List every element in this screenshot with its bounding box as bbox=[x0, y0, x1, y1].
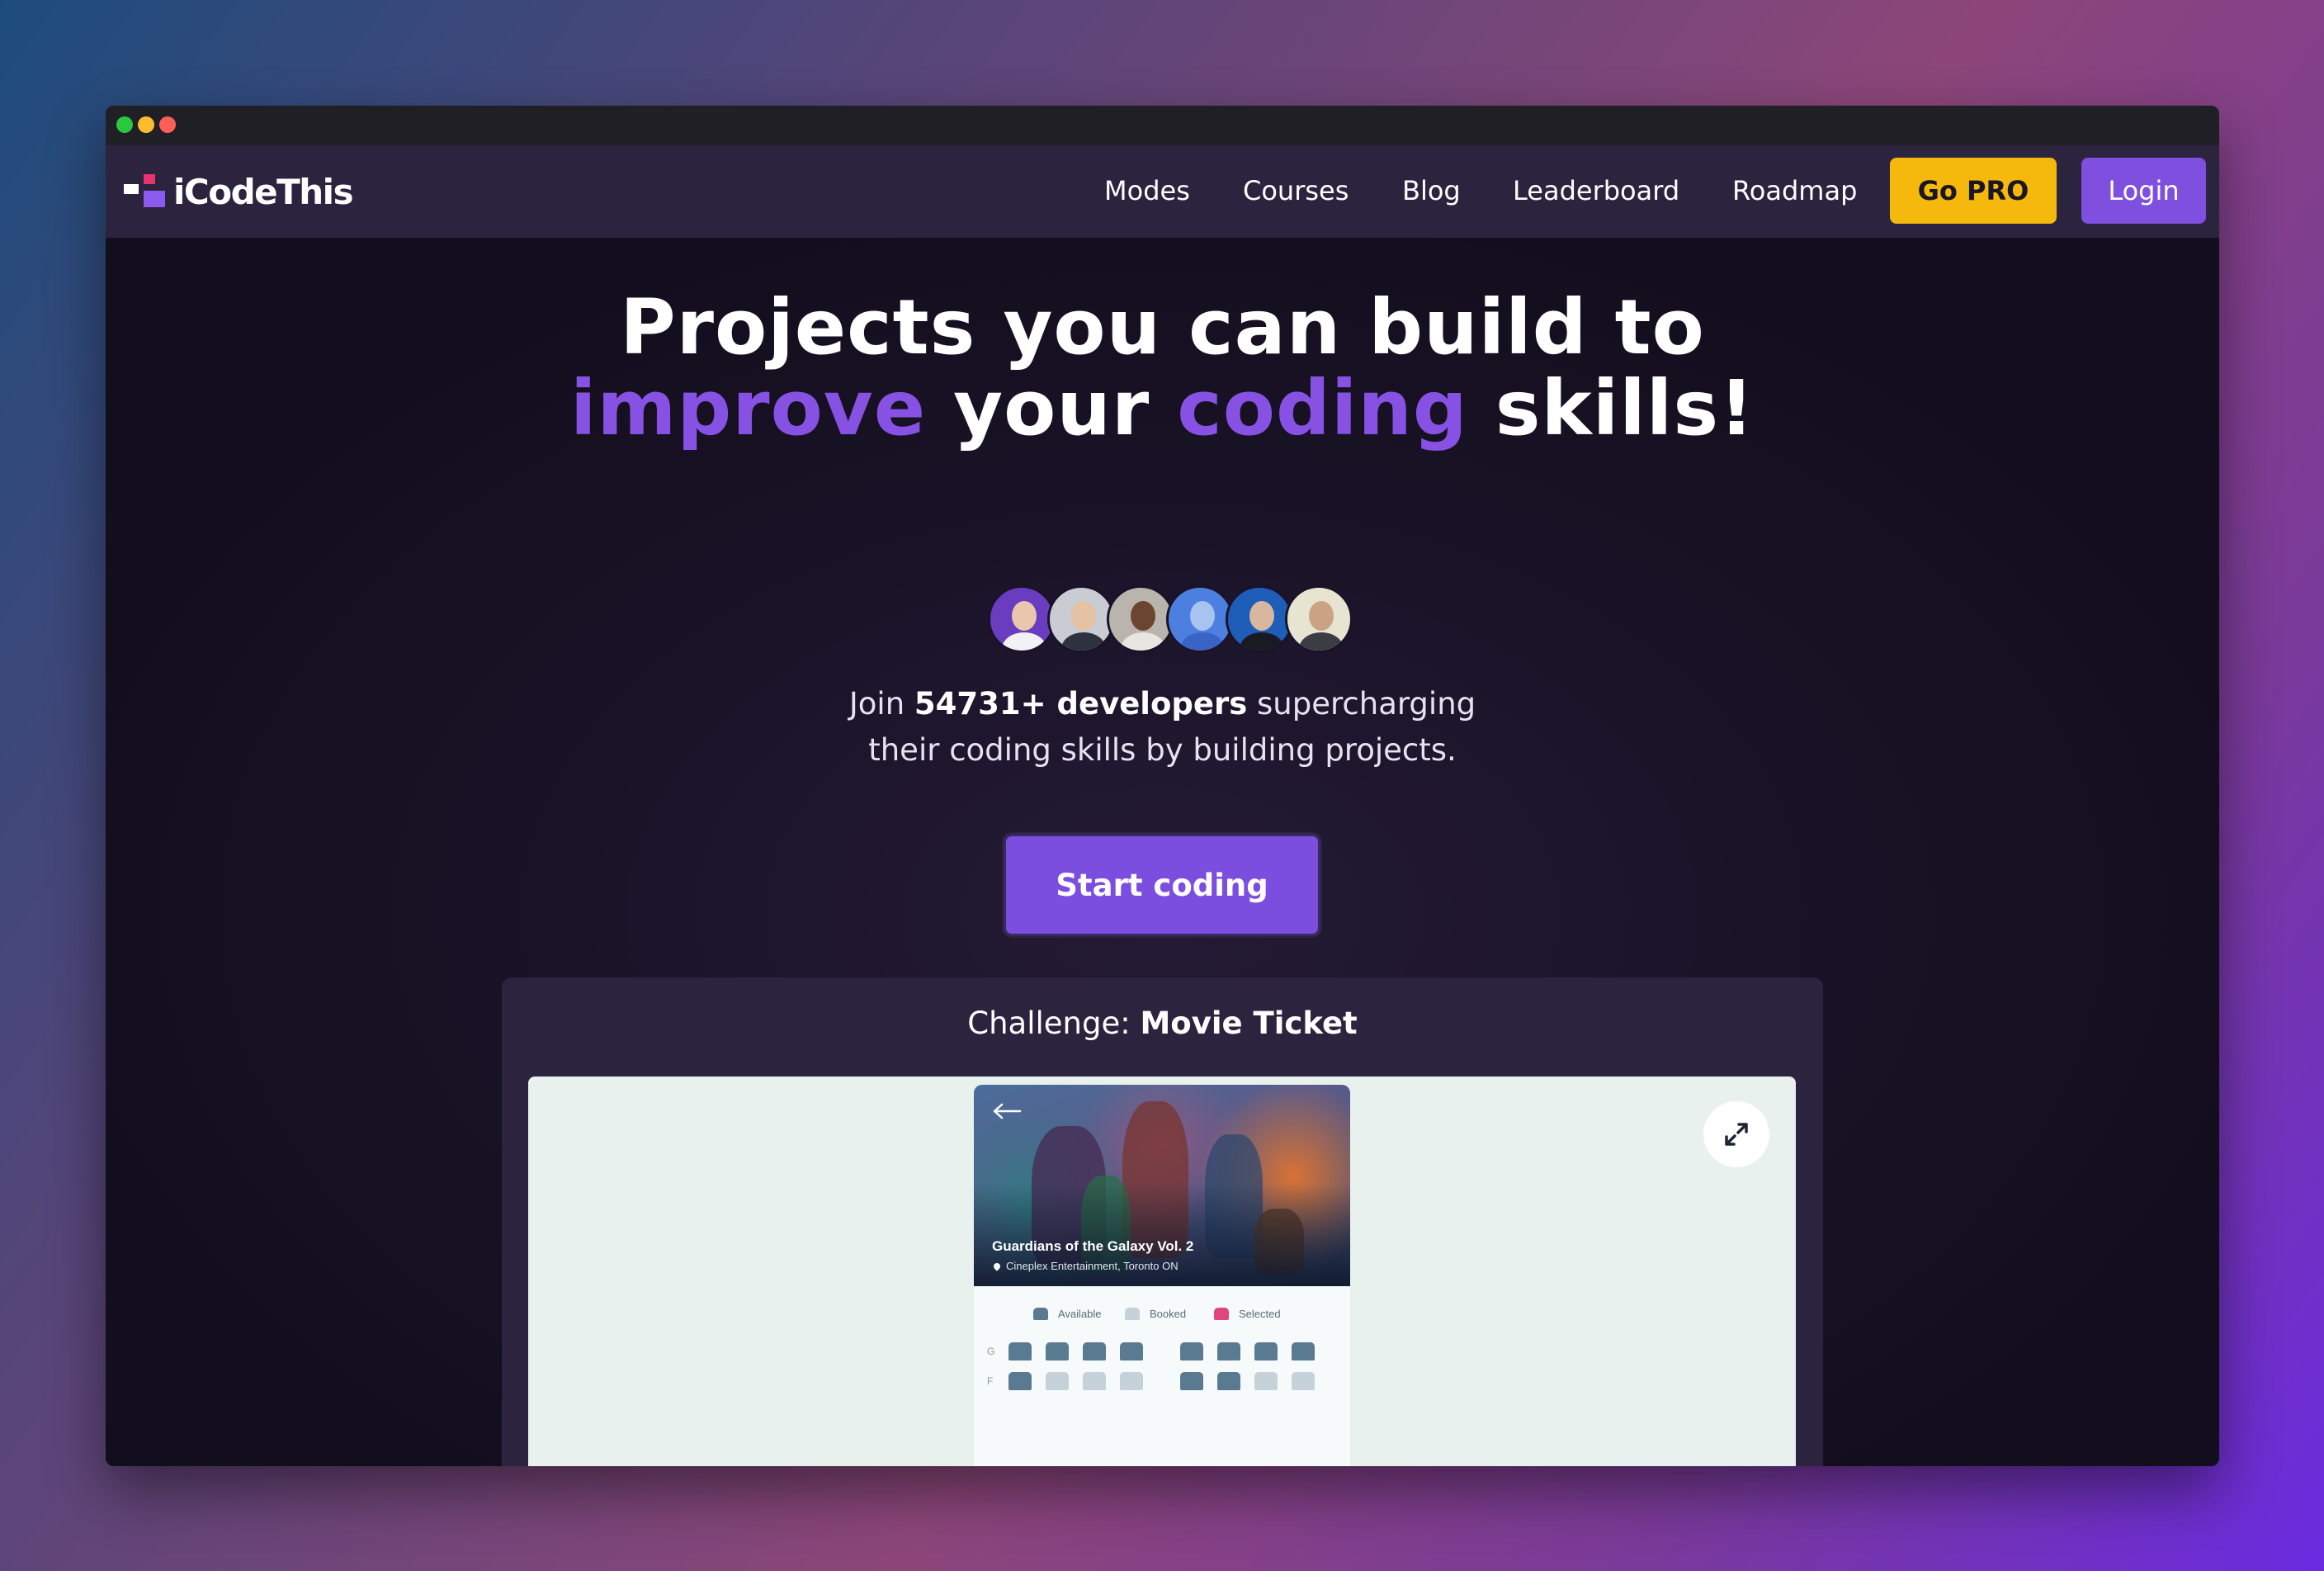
subtext-line-1: Join 54731+ developers supercharging bbox=[106, 681, 2219, 727]
seat-legend: Available Booked Selected bbox=[974, 1308, 1350, 1327]
seat-icon bbox=[1033, 1308, 1048, 1320]
avatar bbox=[1166, 585, 1234, 653]
subtext-line-2: their coding skills by building projects… bbox=[868, 732, 1457, 768]
seat-icon bbox=[1125, 1308, 1140, 1320]
seat-icon[interactable] bbox=[1292, 1372, 1315, 1390]
legend-selected-label: Selected bbox=[1239, 1308, 1281, 1320]
challenge-name: Movie Ticket bbox=[1140, 1006, 1358, 1041]
avatar bbox=[988, 585, 1056, 653]
page-title: Projects you can build to improve your c… bbox=[106, 287, 2219, 449]
seat-row-F: F bbox=[974, 1372, 1350, 1394]
seat-icon[interactable] bbox=[1120, 1342, 1143, 1360]
subtext-join: Join bbox=[848, 686, 914, 722]
legend-booked-label: Booked bbox=[1150, 1308, 1187, 1320]
browser-window: iCodeThis Modes Courses Blog Leaderboard… bbox=[106, 106, 2219, 1466]
movie-title: Guardians of the Galaxy Vol. 2 bbox=[992, 1238, 1194, 1254]
legend-available-label: Available bbox=[1058, 1308, 1102, 1320]
start-coding-button[interactable]: Start coding bbox=[1004, 834, 1320, 936]
seat-icon[interactable] bbox=[1217, 1342, 1240, 1360]
location-pin-icon bbox=[992, 1261, 1002, 1271]
seat-icon[interactable] bbox=[1008, 1342, 1032, 1360]
window-minimize-button[interactable] bbox=[138, 116, 154, 133]
seat-row-G: G bbox=[974, 1342, 1350, 1364]
challenge-prefix: Challenge: bbox=[967, 1006, 1141, 1041]
avatar bbox=[1047, 585, 1115, 653]
nav-link-roadmap[interactable]: Roadmap bbox=[1732, 175, 1857, 206]
window-close-button[interactable] bbox=[159, 116, 176, 133]
legend-booked: Booked bbox=[1125, 1308, 1186, 1320]
movie-location: Cineplex Entertainment, Toronto ON bbox=[992, 1260, 1179, 1272]
seat-icon[interactable] bbox=[1083, 1342, 1106, 1360]
nav-link-modes[interactable]: Modes bbox=[1104, 175, 1190, 206]
headline-text-skills: skills! bbox=[1467, 364, 1755, 452]
login-button[interactable]: Login bbox=[2081, 158, 2206, 224]
seat-icon[interactable] bbox=[1083, 1372, 1106, 1390]
go-pro-button[interactable]: Go PRO bbox=[1890, 158, 2057, 224]
avatar bbox=[1285, 585, 1353, 653]
nav-link-courses[interactable]: Courses bbox=[1243, 175, 1349, 206]
legend-available: Available bbox=[1033, 1308, 1102, 1320]
headline-accent-improve: improve bbox=[569, 364, 927, 452]
seat-icon[interactable] bbox=[1292, 1342, 1315, 1360]
expand-icon bbox=[1725, 1123, 1748, 1146]
legend-selected: Selected bbox=[1214, 1308, 1281, 1320]
movie-poster: Guardians of the Galaxy Vol. 2 Cineplex … bbox=[974, 1085, 1350, 1286]
back-arrow-icon[interactable] bbox=[990, 1101, 1023, 1121]
seat-icon[interactable] bbox=[1120, 1372, 1143, 1390]
window-maximize-button[interactable] bbox=[116, 116, 133, 133]
headline-accent-coding: coding bbox=[1177, 364, 1468, 452]
seat-icon[interactable] bbox=[1254, 1372, 1278, 1390]
seat-row-label: F bbox=[987, 1375, 994, 1387]
avatar bbox=[1226, 585, 1293, 653]
movie-location-text: Cineplex Entertainment, Toronto ON bbox=[1006, 1260, 1179, 1272]
seat-icon[interactable] bbox=[1008, 1372, 1032, 1390]
seat-icon[interactable] bbox=[1180, 1372, 1203, 1390]
seat-icon[interactable] bbox=[1254, 1342, 1278, 1360]
top-navigation: iCodeThis Modes Courses Blog Leaderboard… bbox=[106, 145, 2219, 238]
hero-subtext: Join 54731+ developers supercharging the… bbox=[106, 681, 2219, 774]
expand-button[interactable] bbox=[1703, 1101, 1769, 1167]
seat-row-label: G bbox=[987, 1346, 995, 1357]
nav-link-blog[interactable]: Blog bbox=[1402, 175, 1461, 206]
seat-icon[interactable] bbox=[1046, 1372, 1069, 1390]
movie-ticket-mockup: Guardians of the Galaxy Vol. 2 Cineplex … bbox=[974, 1085, 1350, 1466]
subtext-rest: supercharging bbox=[1247, 686, 1476, 722]
challenge-preview[interactable]: Guardians of the Galaxy Vol. 2 Cineplex … bbox=[528, 1077, 1796, 1466]
seat-icon[interactable] bbox=[1217, 1372, 1240, 1390]
headline-line-2: improve your coding skills! bbox=[106, 368, 2219, 449]
challenge-card: Challenge: Movie Ticket Guardians of the… bbox=[502, 977, 1823, 1466]
nav-links: Modes Courses Blog Leaderboard Roadmap G… bbox=[106, 145, 2219, 238]
challenge-title: Challenge: Movie Ticket bbox=[502, 1006, 1823, 1041]
nav-link-leaderboard[interactable]: Leaderboard bbox=[1513, 175, 1679, 206]
headline-line-1: Projects you can build to bbox=[620, 283, 1705, 371]
seat-icon[interactable] bbox=[1180, 1342, 1203, 1360]
seat-icon bbox=[1214, 1308, 1229, 1320]
developer-count: 54731+ developers bbox=[914, 686, 1248, 722]
seat-icon[interactable] bbox=[1046, 1342, 1069, 1360]
window-titlebar bbox=[106, 106, 2219, 145]
avatar bbox=[1107, 585, 1174, 653]
hero-section: Projects you can build to improve your c… bbox=[106, 238, 2219, 1466]
headline-text-your: your bbox=[926, 364, 1178, 452]
